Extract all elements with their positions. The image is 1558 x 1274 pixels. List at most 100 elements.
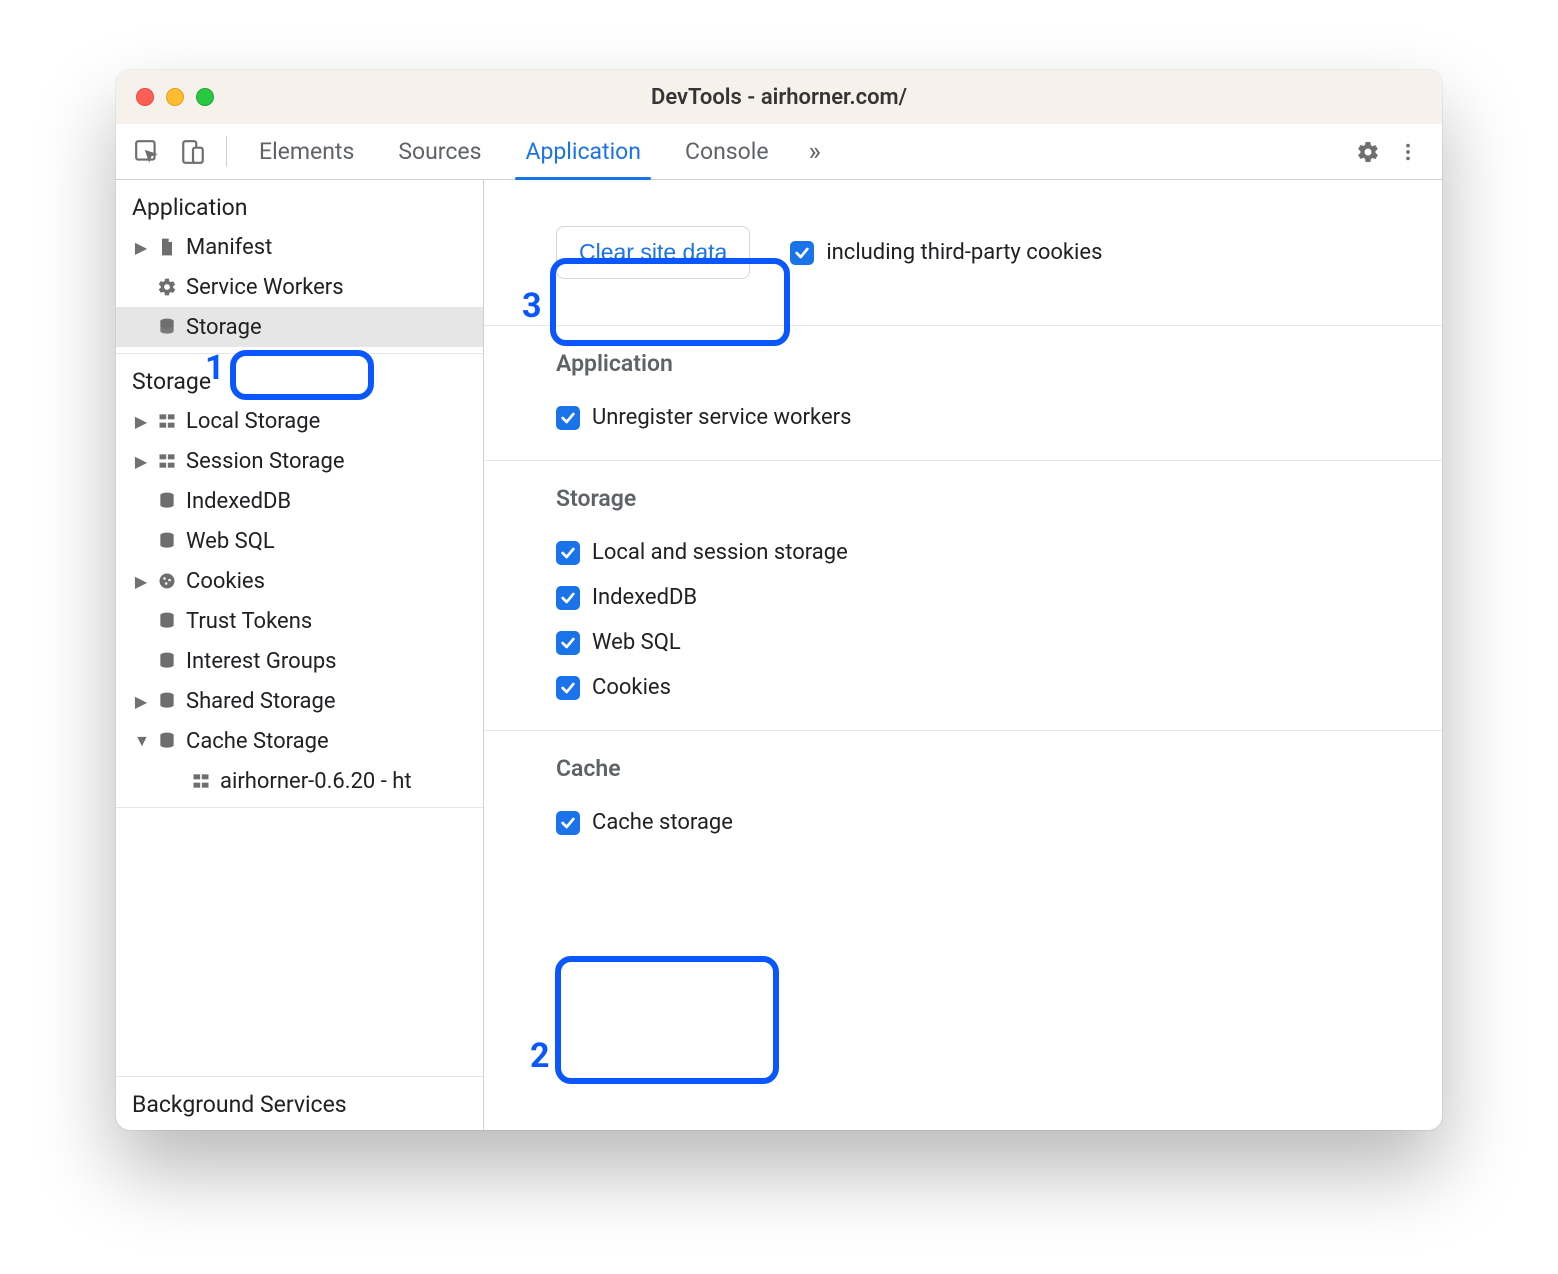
devtools-window: DevTools - airhorner.com/ Elements Sourc… bbox=[116, 70, 1442, 1130]
database-icon bbox=[156, 731, 178, 751]
toolbar-right bbox=[1327, 124, 1428, 179]
panel-tabs: Elements Sources Application Console bbox=[237, 124, 791, 179]
database-icon bbox=[156, 531, 178, 551]
file-icon bbox=[156, 237, 178, 257]
checkbox-label: Cache storage bbox=[592, 810, 733, 835]
expander-right-icon: ▶ bbox=[134, 452, 148, 471]
tab-console[interactable]: Console bbox=[663, 124, 791, 179]
sidebar-item-label: Storage bbox=[186, 315, 262, 340]
grid-icon bbox=[156, 411, 178, 431]
checkbox-label: Local and session storage bbox=[592, 540, 848, 565]
sidebar-item-label: airhorner-0.6.20 - ht bbox=[220, 769, 412, 794]
storage-section: Storage Local and session storage Indexe… bbox=[484, 461, 1442, 731]
tab-sources[interactable]: Sources bbox=[376, 124, 503, 179]
panel-body: Application ▶ Manifest ▶ Service Workers bbox=[116, 180, 1442, 1130]
sidebar-item-label: Cache Storage bbox=[186, 729, 329, 754]
clear-site-data-button[interactable]: Clear site data bbox=[556, 226, 750, 279]
indexeddb-option[interactable]: IndexedDB bbox=[556, 575, 1402, 620]
sidebar-item-storage[interactable]: ▶ Storage bbox=[116, 307, 483, 347]
sidebar-item-websql[interactable]: ▶ Web SQL bbox=[116, 521, 483, 561]
sidebar-item-local-storage[interactable]: ▶ Local Storage bbox=[116, 401, 483, 441]
traffic-lights bbox=[116, 88, 214, 106]
sidebar-item-label: Local Storage bbox=[186, 409, 320, 434]
expander-down-icon: ▼ bbox=[134, 731, 148, 751]
grid-icon bbox=[156, 451, 178, 471]
sidebar-item-shared-storage[interactable]: ▶ Shared Storage bbox=[116, 681, 483, 721]
sidebar-item-interest-groups[interactable]: ▶ Interest Groups bbox=[116, 641, 483, 681]
cookies-option[interactable]: Cookies bbox=[556, 665, 1402, 710]
checkbox-checked-icon bbox=[790, 241, 814, 265]
cookie-icon bbox=[156, 571, 178, 591]
database-icon bbox=[156, 611, 178, 631]
sidebar-item-service-workers[interactable]: ▶ Service Workers bbox=[116, 267, 483, 307]
database-icon bbox=[156, 651, 178, 671]
section-heading: Cache bbox=[556, 755, 1402, 782]
cache-storage-option[interactable]: Cache storage bbox=[556, 800, 1402, 845]
third-party-cookies-option[interactable]: including third-party cookies bbox=[790, 230, 1102, 275]
grid-icon bbox=[190, 771, 212, 791]
websql-option[interactable]: Web SQL bbox=[556, 620, 1402, 665]
tab-label: Console bbox=[685, 138, 769, 165]
database-icon bbox=[156, 691, 178, 711]
cache-section: Cache Cache storage bbox=[484, 731, 1442, 865]
expander-right-icon: ▶ bbox=[134, 238, 148, 257]
sidebar-item-cookies[interactable]: ▶ Cookies bbox=[116, 561, 483, 601]
storage-panel-main: Clear site data including third-party co… bbox=[484, 180, 1442, 1130]
minimize-window-button[interactable] bbox=[166, 88, 184, 106]
sidebar-item-label: Interest Groups bbox=[186, 649, 337, 674]
checkbox-label: including third-party cookies bbox=[826, 240, 1102, 265]
expander-right-icon: ▶ bbox=[134, 692, 148, 711]
settings-gear-icon[interactable] bbox=[1348, 140, 1388, 164]
unregister-sw-option[interactable]: Unregister service workers bbox=[556, 395, 1402, 440]
window-title: DevTools - airhorner.com/ bbox=[116, 85, 1442, 110]
clear-data-section: Clear site data including third-party co… bbox=[484, 180, 1442, 326]
checkbox-label: Cookies bbox=[592, 675, 671, 700]
sidebar-group-storage: Storage ▶ Local Storage ▶ Session Storag… bbox=[116, 354, 483, 808]
sidebar-item-label: Service Workers bbox=[186, 275, 344, 300]
checkbox-checked-icon bbox=[556, 631, 580, 655]
section-heading: Storage bbox=[556, 485, 1402, 512]
device-toolbar-icon[interactable] bbox=[170, 124, 216, 179]
sidebar-group-title: Application bbox=[116, 180, 483, 227]
checkbox-label: Unregister service workers bbox=[592, 405, 851, 430]
titlebar: DevTools - airhorner.com/ bbox=[116, 70, 1442, 124]
sidebar-item-label: Trust Tokens bbox=[186, 609, 312, 634]
database-icon bbox=[156, 491, 178, 511]
sidebar-item-cache-entry[interactable]: ▶ airhorner-0.6.20 - ht bbox=[116, 761, 483, 801]
sidebar-item-label: Shared Storage bbox=[186, 689, 336, 714]
sidebar-item-label: Session Storage bbox=[186, 449, 345, 474]
sidebar-item-indexeddb[interactable]: ▶ IndexedDB bbox=[116, 481, 483, 521]
more-tabs-icon[interactable]: » bbox=[791, 124, 839, 179]
sidebar-group-application: Application ▶ Manifest ▶ Service Workers bbox=[116, 180, 483, 354]
tab-label: Application bbox=[525, 138, 641, 165]
sidebar-item-trust-tokens[interactable]: ▶ Trust Tokens bbox=[116, 601, 483, 641]
sidebar-item-label: Cookies bbox=[186, 569, 265, 594]
section-heading: Application bbox=[556, 350, 1402, 377]
separator bbox=[226, 136, 227, 167]
zoom-window-button[interactable] bbox=[196, 88, 214, 106]
sidebar-group-title: Background Services bbox=[116, 1077, 483, 1124]
inspect-element-icon[interactable] bbox=[124, 124, 170, 179]
tab-elements[interactable]: Elements bbox=[237, 124, 376, 179]
database-icon bbox=[156, 317, 178, 337]
sidebar-item-label: Manifest bbox=[186, 235, 272, 260]
checkbox-label: Web SQL bbox=[592, 630, 681, 655]
expander-right-icon: ▶ bbox=[134, 412, 148, 431]
sidebar-item-manifest[interactable]: ▶ Manifest bbox=[116, 227, 483, 267]
sidebar-item-label: IndexedDB bbox=[186, 489, 291, 514]
sidebar-item-cache-storage[interactable]: ▼ Cache Storage bbox=[116, 721, 483, 761]
checkbox-checked-icon bbox=[556, 406, 580, 430]
devtools-toolbar: Elements Sources Application Console » bbox=[116, 124, 1442, 180]
tab-label: Sources bbox=[398, 138, 481, 165]
gear-icon bbox=[156, 277, 178, 297]
application-sidebar: Application ▶ Manifest ▶ Service Workers bbox=[116, 180, 484, 1130]
tab-application[interactable]: Application bbox=[503, 124, 663, 179]
checkbox-checked-icon bbox=[556, 811, 580, 835]
kebab-menu-icon[interactable] bbox=[1388, 141, 1428, 163]
sidebar-group-background-services: Background Services bbox=[116, 1076, 483, 1130]
local-session-storage-option[interactable]: Local and session storage bbox=[556, 530, 1402, 575]
checkbox-checked-icon bbox=[556, 541, 580, 565]
sidebar-item-session-storage[interactable]: ▶ Session Storage bbox=[116, 441, 483, 481]
expander-right-icon: ▶ bbox=[134, 572, 148, 591]
close-window-button[interactable] bbox=[136, 88, 154, 106]
